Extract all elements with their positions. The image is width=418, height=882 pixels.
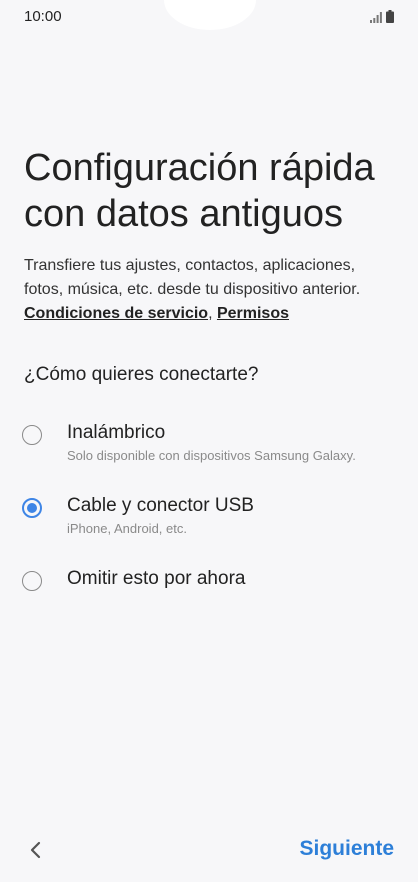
connection-question: ¿Cómo quieres conectarte?: [24, 364, 259, 385]
title-line-2: con datos antiguos: [24, 193, 344, 235]
status-icons: [370, 10, 394, 23]
camera-notch: [164, 0, 256, 30]
permissions-link[interactable]: Permisos: [217, 305, 289, 322]
option-wireless-sublabel: Solo disponible con dispositivos Samsung…: [67, 448, 356, 463]
title-line-1: Configuración rápida: [24, 147, 375, 189]
option-wireless[interactable]: Inalámbrico Solo disponible con disposit…: [22, 420, 402, 466]
status-bar: 10:00: [0, 0, 418, 34]
option-usb-cable-sublabel: iPhone, Android, etc.: [67, 521, 187, 536]
chevron-left-icon: [30, 841, 41, 859]
option-usb-cable-text: Cable y conector USB iPhone, Android, et…: [67, 493, 254, 539]
option-skip-text: Omitir esto por ahora: [67, 566, 245, 592]
option-usb-cable-label: Cable y conector USB: [67, 495, 254, 516]
page-title: Configuración rápida con datos antiguos: [24, 145, 394, 237]
status-time: 10:00: [24, 8, 62, 25]
next-button[interactable]: Siguiente: [299, 837, 394, 861]
option-wireless-text: Inalámbrico Solo disponible con disposit…: [67, 420, 356, 466]
option-wireless-label: Inalámbrico: [67, 422, 166, 443]
terms-of-service-link[interactable]: Condiciones de servicio: [24, 305, 208, 322]
description-links: Condiciones de servicio, Permisos: [24, 302, 394, 326]
link-separator: ,: [208, 305, 217, 322]
radio-usb-cable[interactable]: [22, 498, 42, 518]
signal-icon: [370, 12, 382, 23]
description-line-1: Transfiere tus ajustes, contactos, aplic…: [24, 257, 356, 274]
radio-skip[interactable]: [22, 571, 42, 591]
radio-wireless[interactable]: [22, 425, 42, 445]
option-skip-label: Omitir esto por ahora: [67, 568, 246, 589]
description: Transfiere tus ajustes, contactos, aplic…: [24, 254, 394, 326]
option-skip[interactable]: Omitir esto por ahora: [22, 566, 402, 592]
option-usb-cable[interactable]: Cable y conector USB iPhone, Android, et…: [22, 493, 402, 539]
battery-icon: [386, 10, 394, 23]
back-button[interactable]: [22, 836, 50, 864]
description-line-2: fotos, música, etc. desde tu dispositivo…: [24, 281, 361, 298]
